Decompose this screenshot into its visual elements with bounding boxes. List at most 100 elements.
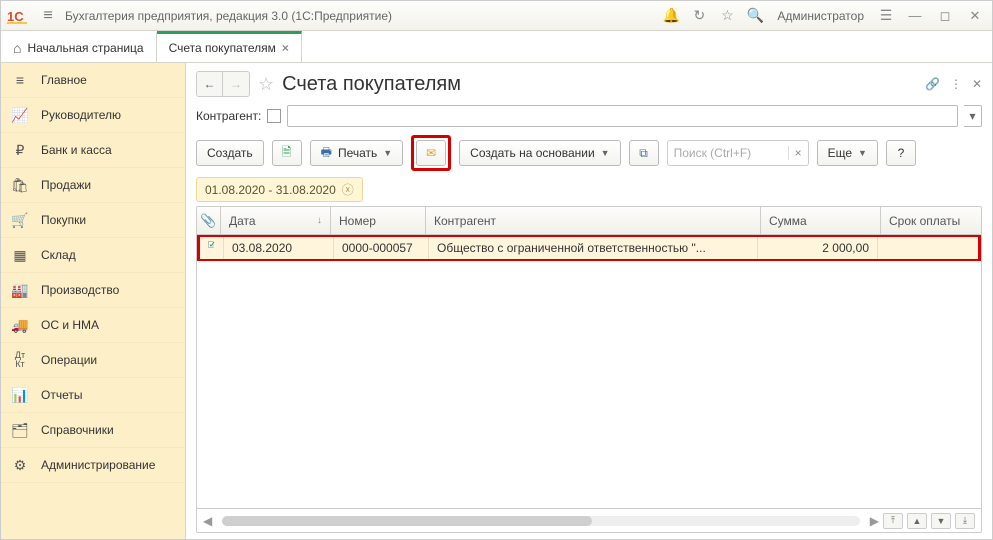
sidebar-item-label: Операции	[41, 353, 97, 367]
sort-desc-icon: ↓	[317, 215, 322, 226]
box-icon: ▦	[11, 247, 29, 264]
date-range-chip[interactable]: 01.08.2020 - 31.08.2020 ⓧ	[196, 177, 363, 202]
chip-clear-icon[interactable]: ⓧ	[342, 181, 354, 198]
sidebar-item-label: Главное	[41, 73, 87, 87]
horizontal-scrollbar[interactable]	[222, 516, 860, 526]
sidebar-item-manager[interactable]: 📈Руководителю	[1, 98, 185, 133]
filter-contragent-input[interactable]	[287, 105, 958, 127]
cell-date: 03.08.2020	[224, 237, 334, 259]
documents-grid: 📎 Дата ↓ Номер Контрагент Сумма Срок опла…	[196, 206, 982, 533]
column-due-label: Срок оплаты	[889, 214, 960, 228]
history-icon[interactable]: ↻	[689, 7, 709, 24]
current-user: Администратор	[773, 9, 868, 23]
bell-icon[interactable]: 🔔	[661, 7, 681, 24]
link-icon[interactable]: 🔗	[925, 77, 940, 91]
sidebar-item-production[interactable]: 🏭 Производство	[1, 273, 185, 308]
close-tab-icon[interactable]: ×	[282, 41, 289, 55]
cell-sum: 2 000,00	[758, 237, 878, 259]
column-attachment[interactable]: 📎	[197, 207, 221, 234]
dtkt-icon: ДтКт	[11, 351, 29, 369]
scroll-bottom-button[interactable]: ⤓	[955, 513, 975, 529]
maximize-button[interactable]: ◻	[934, 8, 956, 24]
column-sum[interactable]: Сумма	[761, 207, 881, 234]
nav-forward-button[interactable]: →	[223, 72, 249, 96]
column-date-label: Дата	[229, 214, 256, 228]
create-button[interactable]: Создать	[196, 140, 264, 166]
sidebar-item-assets[interactable]: 🚚ОС и НМА	[1, 308, 185, 343]
bag-icon: 🛍	[11, 177, 29, 194]
chevron-down-icon: ▼	[601, 148, 610, 158]
settings-icon[interactable]: ☰	[876, 7, 896, 24]
chart-icon: 📈	[11, 107, 29, 124]
search-clear-icon[interactable]: ×	[788, 146, 808, 160]
search-input[interactable]	[668, 146, 788, 160]
scroll-up-button[interactable]: ▲	[907, 513, 927, 529]
column-number[interactable]: Номер	[331, 207, 426, 234]
cart-icon: 🛒	[11, 212, 29, 229]
scroll-top-button[interactable]: ⤒	[883, 513, 903, 529]
sidebar-item-operations[interactable]: ДтКт Операции	[1, 343, 185, 378]
sidebar-item-reports[interactable]: 📊 Отчеты	[1, 378, 185, 413]
search-icon[interactable]: 🔍	[745, 7, 765, 24]
scroll-down-button[interactable]: ▼	[931, 513, 951, 529]
close-page-icon[interactable]: ✕	[972, 77, 982, 91]
more-vertical-icon[interactable]: ⋮	[950, 77, 962, 91]
sidebar-item-main[interactable]: ≡ Главное	[1, 63, 185, 98]
sidebar-item-label: Производство	[41, 283, 119, 297]
main-menu-icon[interactable]: ≡	[39, 7, 57, 25]
sidebar-item-sales[interactable]: 🛍Продажи	[1, 168, 185, 203]
cell-status	[200, 237, 224, 259]
close-window-button[interactable]: ✕	[964, 8, 986, 24]
column-contragent[interactable]: Контрагент	[426, 207, 761, 234]
tab-bar: ⌂ Начальная страница Счета покупателям ×	[1, 31, 992, 63]
nav-history: ← →	[196, 71, 250, 97]
sidebar-item-warehouse[interactable]: ▦Склад	[1, 238, 185, 273]
sidebar-item-catalogs[interactable]: 🗂 Справочники	[1, 413, 185, 448]
create-button-label: Создать	[207, 146, 253, 160]
bars-icon: 📊	[11, 387, 29, 404]
help-button[interactable]: ?	[886, 140, 916, 166]
print-button[interactable]: 🖶Печать▼	[310, 140, 404, 166]
sidebar-item-bank[interactable]: ₽Банк и касса	[1, 133, 185, 168]
sidebar-item-label: Покупки	[41, 213, 86, 227]
print-button-label: Печать	[338, 146, 377, 160]
window-title: Бухгалтерия предприятия, редакция 3.0 (1…	[65, 9, 392, 23]
email-button[interactable]: ✉	[416, 140, 446, 166]
list-icon: ≡	[11, 72, 29, 88]
minimize-button[interactable]: —	[904, 8, 926, 23]
column-date[interactable]: Дата ↓	[221, 207, 331, 234]
app-logo-icon: 1С	[7, 8, 31, 24]
folder-icon: 🗂	[11, 422, 29, 439]
nav-back-button[interactable]: ←	[197, 72, 223, 96]
grid-header: 📎 Дата ↓ Номер Контрагент Сумма Срок опла…	[197, 207, 981, 235]
paperclip-icon: 📎	[200, 213, 216, 229]
filter-contragent-dropdown[interactable]: ▾	[964, 105, 982, 127]
create-based-on-button[interactable]: Создать на основании▼	[459, 140, 620, 166]
sidebar-item-label: Администрирование	[41, 458, 155, 472]
scroll-left-icon[interactable]: ◀	[203, 514, 212, 528]
sidebar-item-admin[interactable]: ⚙ Администрирование	[1, 448, 185, 483]
factory-icon: 🏭	[11, 282, 29, 299]
help-button-label: ?	[898, 146, 905, 160]
scroll-right-icon[interactable]: ▶	[870, 514, 879, 528]
structure-icon: ⧉	[639, 146, 648, 161]
column-contragent-label: Контрагент	[434, 214, 496, 228]
tab-invoices[interactable]: Счета покупателям ×	[157, 31, 302, 62]
gear-icon: ⚙	[11, 457, 29, 474]
sidebar-item-label: ОС и НМА	[41, 318, 99, 332]
sidebar-item-label: Справочники	[41, 423, 114, 437]
filter-contragent-checkbox[interactable]	[267, 109, 281, 123]
copy-button[interactable]: 🗎	[272, 140, 302, 166]
chevron-down-icon: ▼	[858, 148, 867, 158]
table-row[interactable]: 03.08.2020 0000-000057 Общество с ограни…	[197, 235, 981, 261]
column-number-label: Номер	[339, 214, 376, 228]
sidebar-item-purchases[interactable]: 🛒 Покупки	[1, 203, 185, 238]
column-due[interactable]: Срок оплаты	[881, 207, 981, 234]
structure-button[interactable]: ⧉	[629, 140, 659, 166]
cell-contragent: Общество с ограниченной ответственностью…	[429, 237, 758, 259]
more-button[interactable]: Еще▼	[817, 140, 878, 166]
sidebar-item-label: Отчеты	[41, 388, 82, 402]
favorite-star-icon[interactable]: ☆	[258, 74, 274, 95]
star-icon[interactable]: ☆	[717, 7, 737, 24]
tab-home[interactable]: ⌂ Начальная страница	[1, 31, 157, 62]
